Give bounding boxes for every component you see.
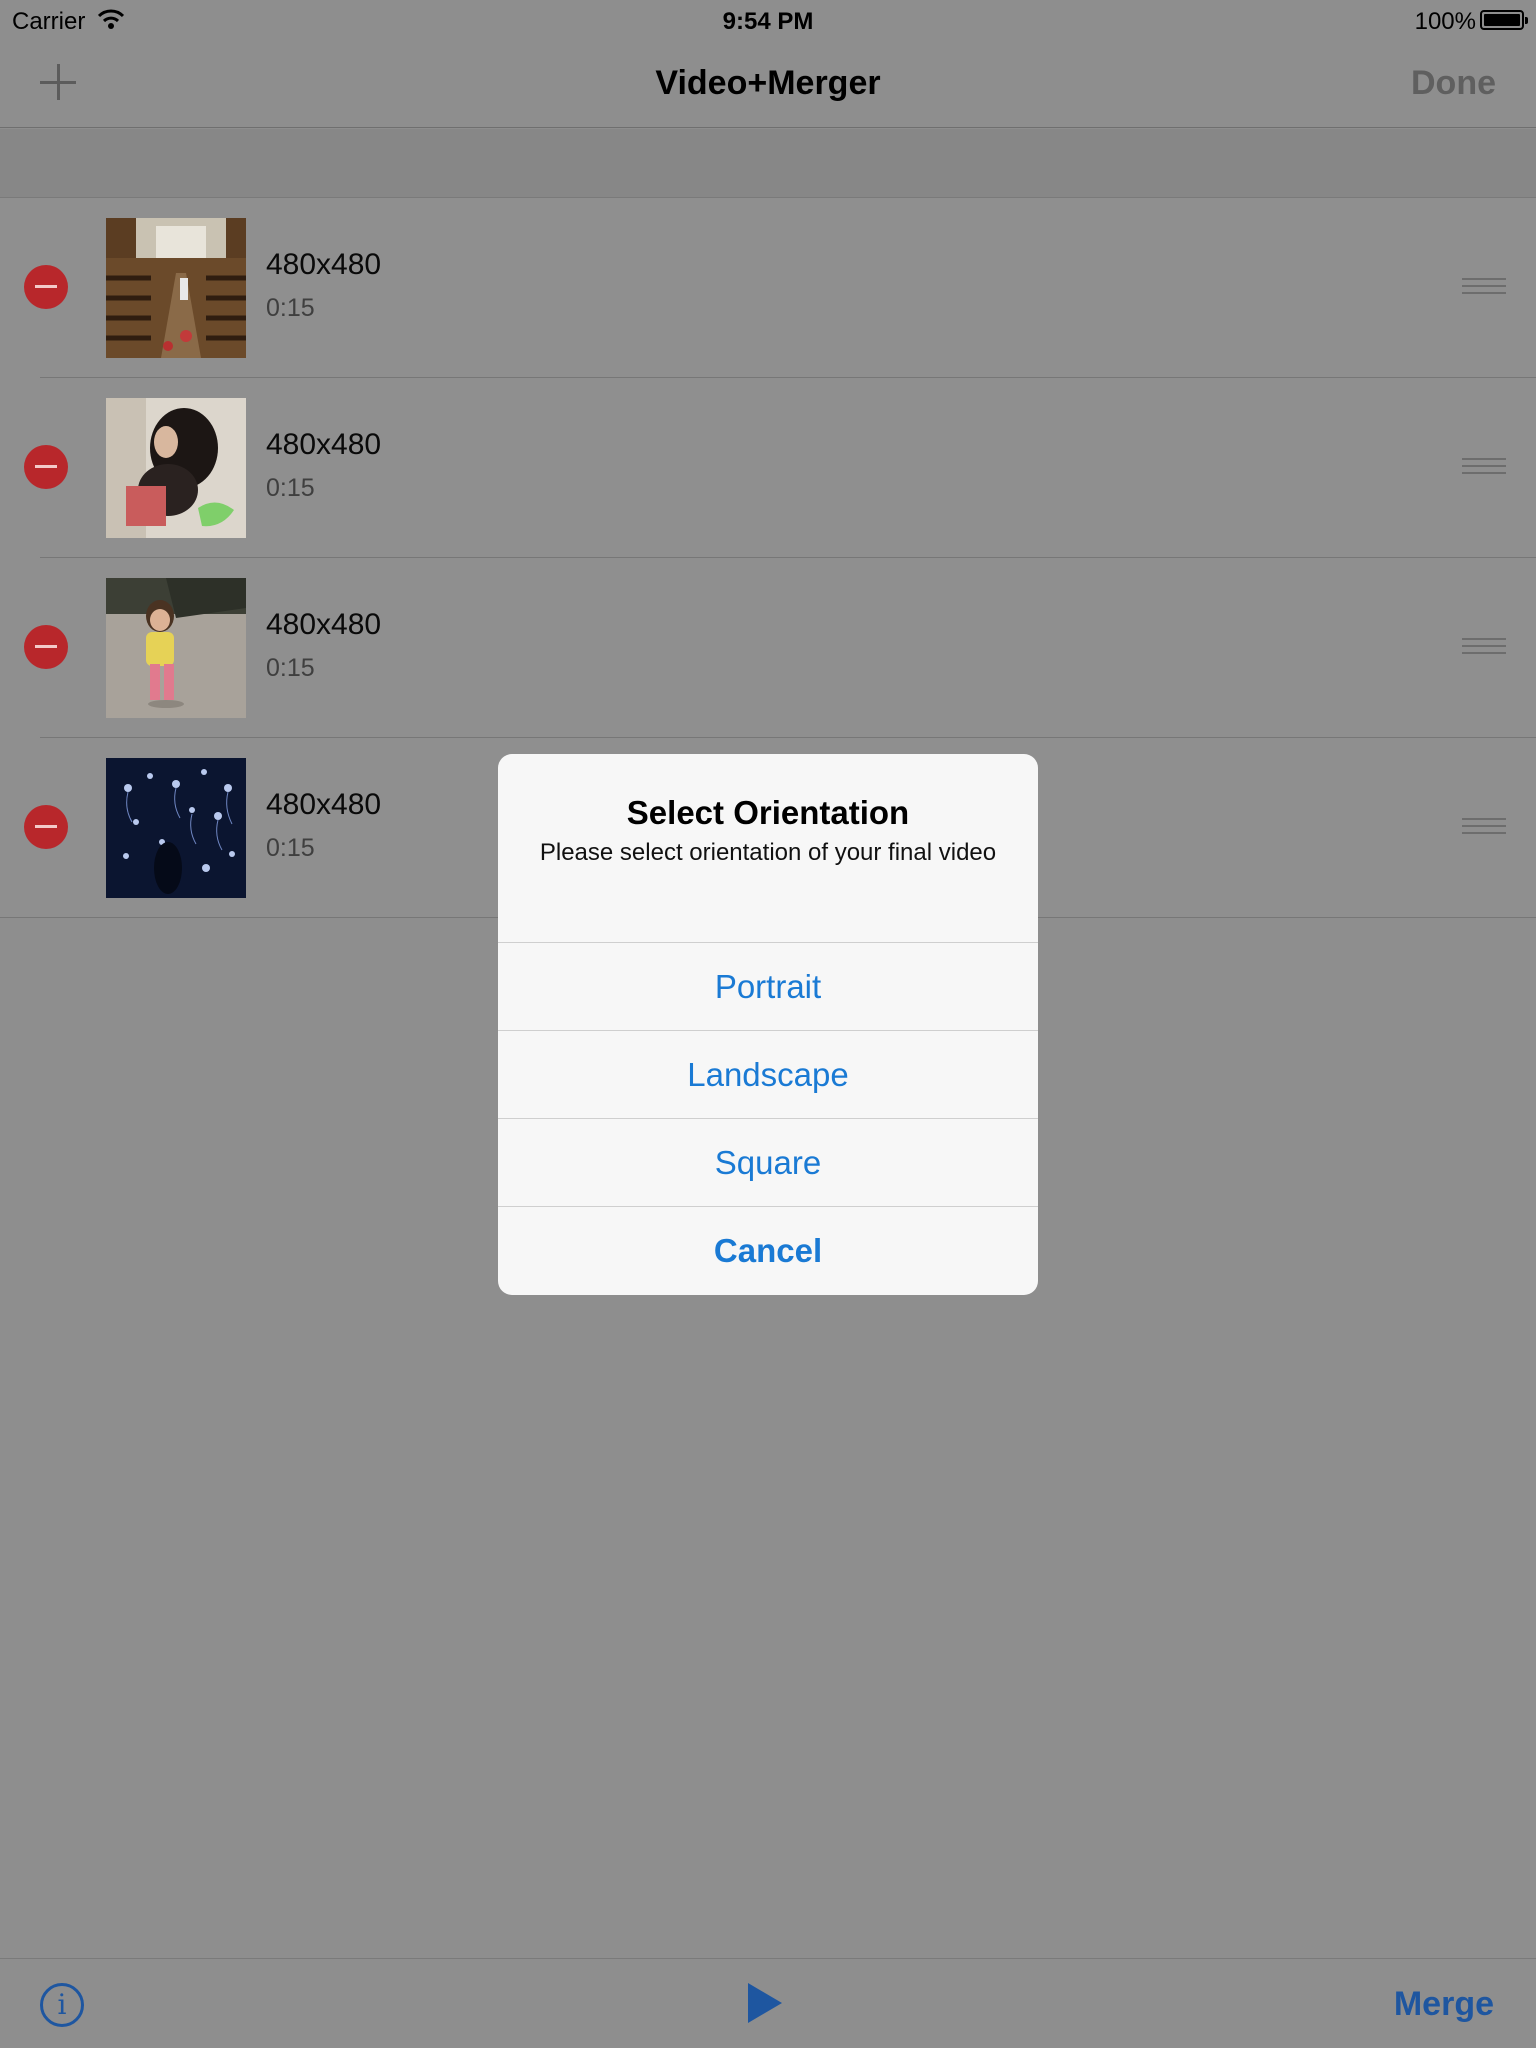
reorder-handle-icon[interactable]: [1462, 638, 1506, 656]
portrait-button[interactable]: Portrait: [498, 942, 1038, 1030]
wifi-icon: [98, 9, 124, 29]
video-row[interactable]: 480x480 0:15: [0, 378, 1536, 558]
alert-message: Please select orientation of your final …: [539, 839, 997, 866]
section-header: [0, 129, 1536, 198]
orientation-alert: Select Orientation Please select orienta…: [498, 754, 1038, 1295]
info-icon[interactable]: i: [40, 1983, 84, 2027]
page-title: Video+Merger: [655, 64, 881, 102]
video-resolution: 480x480: [266, 248, 382, 281]
video-duration: 0:15: [266, 294, 315, 322]
video-duration: 0:15: [266, 654, 315, 682]
video-thumbnail: [106, 398, 246, 538]
video-row[interactable]: 480x480 0:15: [0, 198, 1536, 378]
status-bar: Carrier 9:54 PM 100%: [0, 0, 1536, 42]
video-duration: 0:15: [266, 834, 315, 862]
carrier-label: Carrier: [12, 8, 86, 35]
battery-icon: [1480, 10, 1528, 30]
delete-icon[interactable]: [24, 445, 68, 489]
bottom-toolbar: i Merge: [0, 1958, 1536, 2048]
play-icon[interactable]: [748, 1983, 782, 2023]
delete-icon[interactable]: [24, 805, 68, 849]
landscape-button[interactable]: Landscape: [498, 1030, 1038, 1118]
clock: 9:54 PM: [722, 8, 814, 35]
delete-icon[interactable]: [24, 265, 68, 309]
video-thumbnail: [106, 758, 246, 898]
navigation-bar: Video+Merger Done: [0, 42, 1536, 128]
video-resolution: 480x480: [266, 428, 382, 461]
video-thumbnail: [106, 218, 246, 358]
video-duration: 0:15: [266, 474, 315, 502]
add-video-button[interactable]: [38, 62, 78, 102]
merge-button[interactable]: Merge: [1394, 1985, 1494, 2024]
video-row[interactable]: 480x480 0:15: [0, 558, 1536, 738]
delete-icon[interactable]: [24, 625, 68, 669]
alert-title: Select Orientation: [626, 794, 910, 831]
reorder-handle-icon[interactable]: [1462, 458, 1506, 476]
video-resolution: 480x480: [266, 608, 382, 641]
video-resolution: 480x480: [266, 788, 382, 821]
cancel-button[interactable]: Cancel: [498, 1206, 1038, 1294]
done-button[interactable]: Done: [1411, 64, 1496, 103]
reorder-handle-icon[interactable]: [1462, 818, 1506, 836]
video-thumbnail: [106, 578, 246, 718]
square-button[interactable]: Square: [498, 1118, 1038, 1206]
reorder-handle-icon[interactable]: [1462, 278, 1506, 296]
battery-percent: 100%: [1414, 8, 1476, 35]
